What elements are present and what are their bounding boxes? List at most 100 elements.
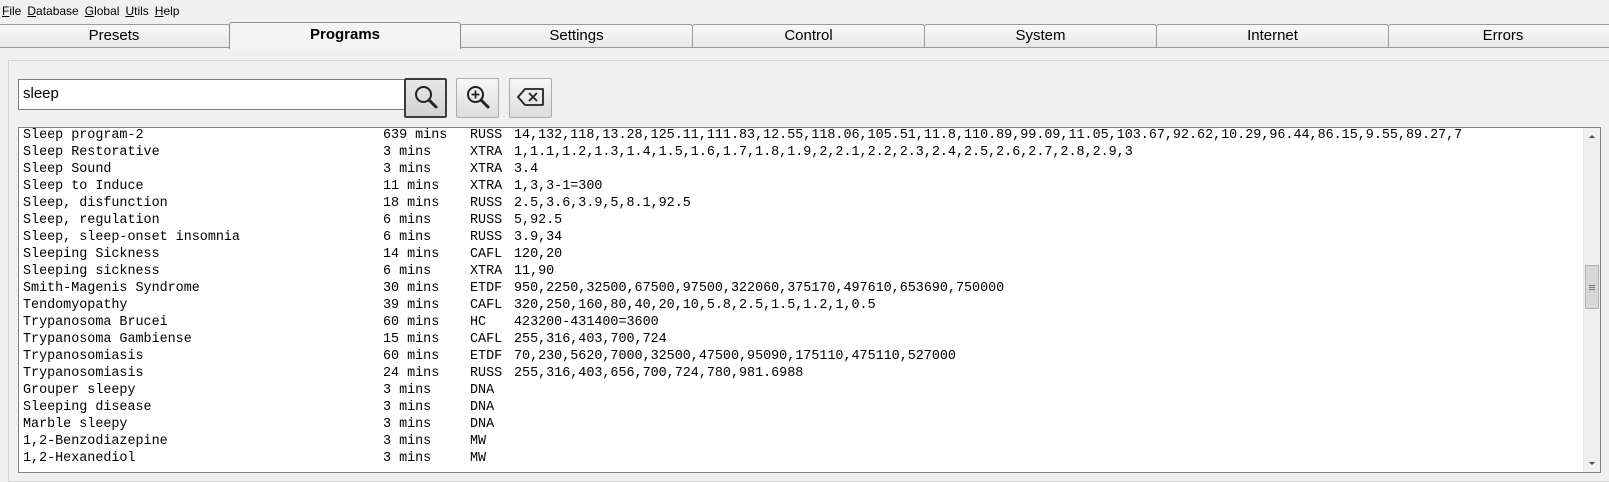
program-duration: 639 mins	[383, 128, 448, 143]
program-type: MW	[470, 451, 487, 466]
program-frequencies: 5,92.5	[514, 213, 563, 228]
program-duration: 11 mins	[383, 179, 440, 194]
program-type: CAFL	[470, 298, 503, 313]
tab-bar: Presets Programs Settings Control System…	[0, 22, 1609, 49]
clear-backspace-icon	[516, 86, 546, 111]
program-duration: 3 mins	[383, 383, 432, 398]
program-name: Sleeping disease	[23, 400, 152, 415]
menu-bar: File Database Global Utils Help	[0, 0, 1609, 20]
program-type: CAFL	[470, 332, 503, 347]
program-type: RUSS	[470, 213, 503, 228]
program-name: Sleep Sound	[23, 162, 112, 177]
program-name: Trypanosomiasis	[23, 366, 144, 381]
program-duration: 3 mins	[383, 434, 432, 449]
menu-utils[interactable]: Utils	[123, 0, 152, 20]
tab-settings[interactable]: Settings	[460, 24, 693, 48]
menu-file[interactable]: File	[0, 0, 25, 20]
program-frequencies: 3.4	[514, 162, 539, 177]
program-name: Sleep, sleep-onset insomnia	[23, 230, 240, 245]
program-frequencies: 120,20	[514, 247, 563, 262]
program-duration: 3 mins	[383, 145, 432, 160]
search-icon	[413, 84, 439, 113]
program-name: Trypanosomiasis	[23, 349, 144, 364]
program-name: Trypanosoma Brucei	[23, 315, 168, 330]
program-type: MW	[470, 434, 487, 449]
menu-global[interactable]: Global	[83, 0, 124, 20]
program-type: ETDF	[470, 349, 503, 364]
search-input[interactable]: sleep	[18, 79, 405, 110]
program-frequencies: 2.5,3.6,3.9,5,8.1,92.5	[514, 196, 691, 211]
zoom-in-button[interactable]	[456, 78, 499, 118]
program-duration: 6 mins	[383, 230, 432, 245]
program-name: Tendomyopathy	[23, 298, 128, 313]
program-name: Grouper sleepy	[23, 383, 136, 398]
program-duration: 24 mins	[383, 366, 440, 381]
program-duration: 39 mins	[383, 298, 440, 313]
program-name: 1,2-Benzodiazepine	[23, 434, 168, 449]
program-name: Sleep Restorative	[23, 145, 160, 160]
program-frequencies: 320,250,160,80,40,20,10,5.8,2.5,1.5,1.2,…	[514, 298, 876, 313]
program-type: XTRA	[470, 264, 503, 279]
program-duration: 18 mins	[383, 196, 440, 211]
program-type: CAFL	[470, 247, 503, 262]
vertical-scrollbar[interactable]	[1583, 128, 1600, 472]
program-duration: 60 mins	[383, 349, 440, 364]
program-frequencies: 70,230,5620,7000,32500,47500,95090,17511…	[514, 349, 956, 364]
program-name: Sleeping Sickness	[23, 247, 160, 262]
program-type: XTRA	[470, 162, 503, 177]
zoom-in-icon	[465, 84, 491, 113]
program-duration: 3 mins	[383, 162, 432, 177]
program-type: RUSS	[470, 230, 503, 245]
program-frequencies: 255,316,403,700,724	[514, 332, 667, 347]
program-frequencies: 3.9,34	[514, 230, 563, 245]
program-name: 1,2-Hexanediol	[23, 451, 136, 466]
program-duration: 6 mins	[383, 213, 432, 228]
program-duration: 60 mins	[383, 315, 440, 330]
program-duration: 14 mins	[383, 247, 440, 262]
program-list[interactable]: Sleep program-2 639 mins RUSS 14,132,118,13…	[18, 127, 1601, 473]
program-type: RUSS	[470, 366, 503, 381]
tab-internet[interactable]: Internet	[1156, 24, 1389, 48]
program-type: XTRA	[470, 145, 503, 160]
program-frequencies: 1,3,3-1=300	[514, 179, 603, 194]
menu-help[interactable]: Help	[153, 0, 184, 20]
program-name: Sleep to Induce	[23, 179, 144, 194]
clear-button[interactable]	[509, 78, 552, 118]
program-duration: 30 mins	[383, 281, 440, 296]
program-name: Sleep, regulation	[23, 213, 160, 228]
tab-control[interactable]: Control	[692, 24, 925, 48]
program-frequencies: 11,90	[514, 264, 555, 279]
program-type: DNA	[470, 400, 495, 415]
tab-errors[interactable]: Errors	[1388, 24, 1609, 48]
program-type: HC	[470, 315, 487, 330]
menu-database[interactable]: Database	[25, 0, 82, 20]
program-type: DNA	[470, 417, 495, 432]
scroll-thumb[interactable]	[1585, 265, 1599, 309]
program-name: Trypanosoma Gambiense	[23, 332, 192, 347]
program-name: Marble sleepy	[23, 417, 128, 432]
program-type: ETDF	[470, 281, 503, 296]
program-duration: 3 mins	[383, 417, 432, 432]
scroll-down-arrow[interactable]	[1584, 455, 1600, 472]
program-name: Smith-Magenis Syndrome	[23, 281, 200, 296]
program-type: DNA	[470, 383, 495, 398]
program-name: Sleep, disfunction	[23, 196, 168, 211]
scroll-up-arrow[interactable]	[1584, 128, 1600, 145]
program-frequencies: 950,2250,32500,67500,97500,322060,375170…	[514, 281, 1005, 296]
search-button[interactable]	[404, 78, 447, 118]
tab-system[interactable]: System	[924, 24, 1157, 48]
program-frequencies: 423200-431400=3600	[514, 315, 659, 330]
program-duration: 3 mins	[383, 451, 432, 466]
program-type: RUSS	[470, 196, 503, 211]
program-type: XTRA	[470, 179, 503, 194]
tab-presets[interactable]: Presets	[0, 24, 230, 48]
program-type: RUSS	[470, 128, 503, 143]
program-duration: 6 mins	[383, 264, 432, 279]
tab-programs[interactable]: Programs	[229, 22, 461, 49]
program-duration: 3 mins	[383, 400, 432, 415]
program-duration: 15 mins	[383, 332, 440, 347]
program-frequencies: 255,316,403,656,700,724,780,981.6988	[514, 366, 804, 381]
program-frequencies: 14,132,118,13.28,125.11,111.83,12.55,118…	[514, 128, 1463, 143]
program-frequencies: 1,1.1,1.2,1.3,1.4,1.5,1.6,1.7,1.8,1.9,2,…	[514, 145, 1133, 160]
program-name: Sleep program-2	[23, 128, 144, 143]
